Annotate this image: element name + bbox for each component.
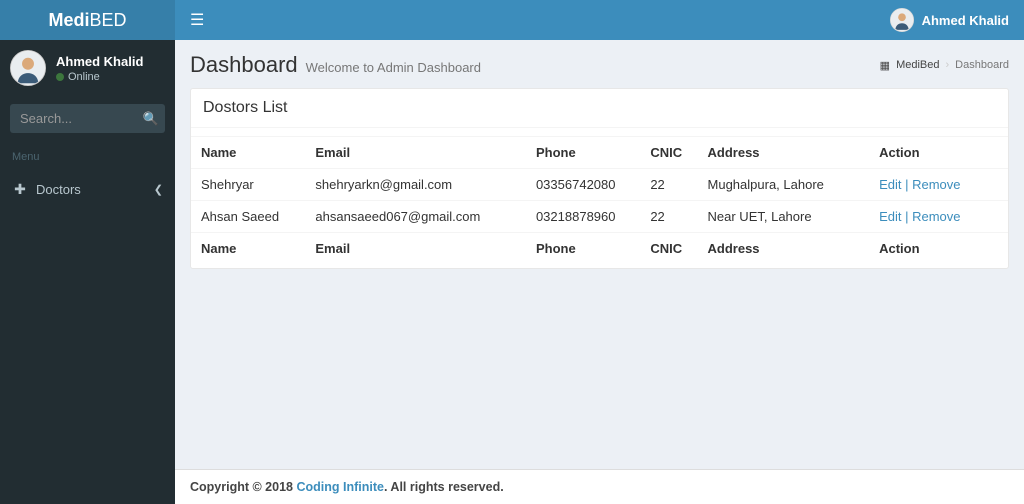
- col-header-address: Address: [698, 137, 870, 169]
- status-dot-icon: [56, 73, 64, 81]
- avatar: [890, 8, 914, 32]
- edit-link[interactable]: Edit: [879, 209, 901, 224]
- footer-link[interactable]: Coding Infinite: [296, 480, 383, 494]
- breadcrumb: ▦ MediBed › Dashboard: [880, 59, 1009, 72]
- cell-action: Edit | Remove: [869, 201, 1008, 233]
- cell-address: Mughalpura, Lahore: [698, 169, 870, 201]
- header-username: Ahmed Khalid: [922, 13, 1009, 28]
- medkit-icon: ✚︎: [12, 181, 28, 198]
- col-footer-email: Email: [305, 233, 526, 265]
- cell-email: shehryarkn@gmail.com: [305, 169, 526, 201]
- search-input[interactable]: [10, 104, 165, 133]
- cell-name: Ahsan Saeed: [191, 201, 305, 233]
- cell-name: Shehryar: [191, 169, 305, 201]
- page-title-text: Dashboard: [190, 52, 298, 78]
- box-title: Dostors List: [203, 99, 996, 117]
- table-header-row: Name Email Phone CNIC Address Action: [191, 137, 1008, 169]
- sidebar-username: Ahmed Khalid: [56, 54, 143, 69]
- sidebar-search: 🔍: [10, 104, 165, 133]
- chevron-left-icon: ❮: [154, 183, 163, 196]
- chevron-right-icon: ›: [946, 59, 950, 71]
- edit-link[interactable]: Edit: [879, 177, 901, 192]
- bars-icon: ☰: [190, 12, 204, 29]
- footer-copy-prefix: Copyright © 2018: [190, 480, 296, 494]
- footer: Copyright © 2018 Coding Infinite. All ri…: [175, 469, 1024, 504]
- remove-link[interactable]: Remove: [912, 177, 960, 192]
- cell-cnic: 22: [640, 201, 697, 233]
- footer-copy-suffix: . All rights reserved.: [384, 480, 504, 494]
- col-header-email: Email: [305, 137, 526, 169]
- col-footer-action: Action: [869, 233, 1008, 265]
- remove-link[interactable]: Remove: [912, 209, 960, 224]
- breadcrumb-home[interactable]: MediBed: [896, 59, 939, 71]
- cell-phone: 03218878960: [526, 201, 640, 233]
- col-header-phone: Phone: [526, 137, 640, 169]
- col-footer-cnic: CNIC: [640, 233, 697, 265]
- col-footer-name: Name: [191, 233, 305, 265]
- user-status: Online: [56, 71, 143, 83]
- search-icon: 🔍: [143, 111, 159, 126]
- brand-logo[interactable]: MediBED: [0, 0, 175, 40]
- cell-address: Near UET, Lahore: [698, 201, 870, 233]
- sidebar-item-label: Doctors: [36, 182, 81, 197]
- cell-email: ahsansaeed067@gmail.com: [305, 201, 526, 233]
- dashboard-icon: ▦: [880, 59, 890, 72]
- cell-cnic: 22: [640, 169, 697, 201]
- page-title: Dashboard Welcome to Admin Dashboard: [190, 52, 481, 78]
- brand-suffix: BED: [90, 10, 127, 30]
- table-row: Shehryar shehryarkn@gmail.com 0335674208…: [191, 169, 1008, 201]
- col-header-name: Name: [191, 137, 305, 169]
- cell-action: Edit | Remove: [869, 169, 1008, 201]
- col-header-action: Action: [869, 137, 1008, 169]
- search-button[interactable]: 🔍: [143, 111, 159, 127]
- brand-prefix: Medi: [48, 10, 89, 30]
- user-menu[interactable]: Ahmed Khalid: [890, 8, 1009, 32]
- sidebar-toggle-button[interactable]: ☰: [190, 10, 204, 30]
- col-footer-phone: Phone: [526, 233, 640, 265]
- col-header-cnic: CNIC: [640, 137, 697, 169]
- sidebar: Ahmed Khalid Online 🔍 Menu ✚︎ Doctors ❮: [0, 40, 175, 504]
- page-subtitle: Welcome to Admin Dashboard: [306, 60, 481, 75]
- col-footer-address: Address: [698, 233, 870, 265]
- table-row: Ahsan Saeed ahsansaeed067@gmail.com 0321…: [191, 201, 1008, 233]
- avatar: [10, 50, 46, 86]
- menu-header: Menu: [0, 143, 175, 171]
- sidebar-item-doctors[interactable]: ✚︎ Doctors ❮: [0, 171, 175, 208]
- table-footer-row: Name Email Phone CNIC Address Action: [191, 233, 1008, 265]
- breadcrumb-current: Dashboard: [955, 59, 1009, 71]
- user-status-text: Online: [68, 71, 100, 83]
- cell-phone: 03356742080: [526, 169, 640, 201]
- doctors-table: Name Email Phone CNIC Address Action She…: [191, 136, 1008, 264]
